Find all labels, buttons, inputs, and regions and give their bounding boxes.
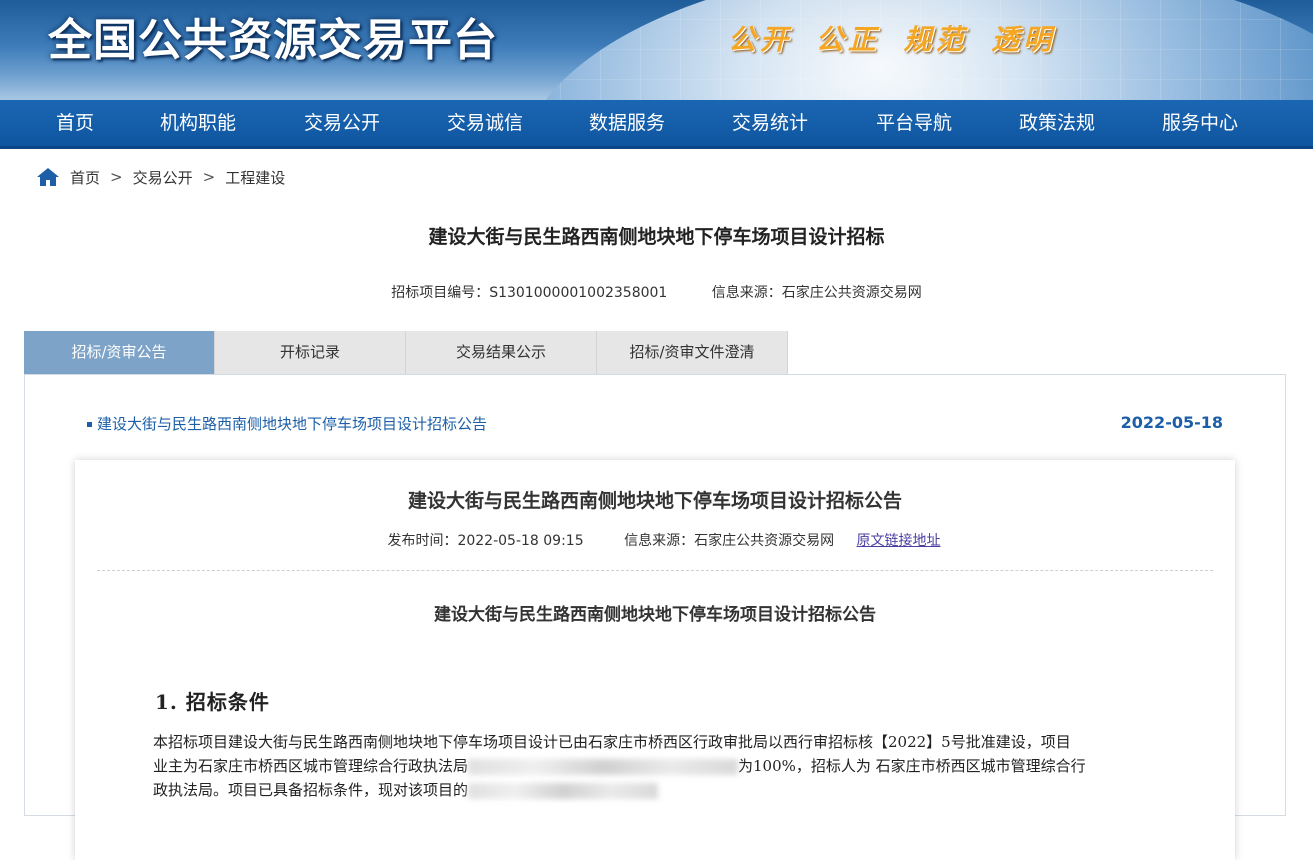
redacted-area — [468, 783, 659, 799]
nav-item-statistics[interactable]: 交易统计 — [705, 100, 835, 146]
bullet-icon — [87, 422, 92, 427]
notice-document: 建设大街与民生路西南侧地块地下停车场项目设计招标公告 发布时间：2022-05-… — [75, 460, 1235, 860]
document-meta: 发布时间：2022-05-18 09:15 信息来源：石家庄公共资源交易网 原文… — [75, 530, 1235, 550]
paragraph-text: 为100%，招标人为 石家庄市桥西区城市管理综合行 — [738, 757, 1086, 775]
site-title: 全国公共资源交易平台 — [48, 15, 498, 66]
paragraph-text: 业主为石家庄市桥西区城市管理综合行政执法局 — [153, 757, 469, 775]
tab-content-panel: 建设大街与民生路西南侧地块地下停车场项目设计招标公告 2022-05-18 建设… — [24, 374, 1286, 860]
nav-item-platform-nav[interactable]: 平台导航 — [849, 100, 979, 146]
section-heading: 1. 招标条件 — [155, 690, 270, 714]
nav-item-policy[interactable]: 政策法规 — [992, 100, 1122, 146]
breadcrumb-separator: > — [110, 168, 123, 186]
breadcrumb-home[interactable]: 首页 — [70, 167, 100, 188]
breadcrumb-transaction-public[interactable]: 交易公开 — [133, 167, 193, 188]
notice-title-link[interactable]: 建设大街与民生路西南侧地块地下停车场项目设计招标公告 — [87, 413, 487, 434]
breadcrumb-separator: > — [202, 168, 216, 186]
project-source-label: 信息来源： — [711, 285, 782, 301]
document-source-label: 信息来源： — [624, 533, 695, 549]
nav-item-org-functions[interactable]: 机构职能 — [133, 100, 263, 146]
breadcrumb: 首页 > 交易公开 > 工程建设 — [36, 164, 285, 190]
tab-bid-opening-record[interactable]: 开标记录 — [215, 331, 406, 374]
notice-title-text[interactable]: 建设大街与民生路西南侧地块地下停车场项目设计招标公告 — [97, 415, 487, 433]
tab-document-clarification[interactable]: 招标/资审文件澄清 — [597, 331, 788, 374]
redacted-area — [468, 759, 739, 775]
document-source-value: 石家庄公共资源交易网 — [694, 533, 835, 549]
nav-item-data-services[interactable]: 数据服务 — [562, 100, 692, 146]
site-banner: 全国公共资源交易平台 公开 公正 规范 透明 — [0, 0, 1313, 100]
tab-bidding-notice[interactable]: 招标/资审公告 — [24, 331, 215, 374]
document-title: 建设大街与民生路西南侧地块地下停车场项目设计招标公告 — [407, 490, 902, 512]
notice-tabs: 招标/资审公告 开标记录 交易结果公示 招标/资审文件澄清 — [24, 331, 788, 374]
publish-time-value: 2022-05-18 09:15 — [457, 533, 584, 549]
home-icon[interactable] — [36, 166, 60, 188]
section-paragraph: 本招标项目建设大街与民生路西南侧地块地下停车场项目设计已由石家庄市桥西区行政审批… — [153, 730, 1173, 802]
nav-item-service-center[interactable]: 服务中心 — [1135, 100, 1265, 146]
publish-time: 发布时间：2022-05-18 09:15 — [387, 533, 583, 549]
breadcrumb-engineering[interactable]: 工程建设 — [225, 167, 285, 188]
tab-result-publicity[interactable]: 交易结果公示 — [406, 331, 597, 374]
publish-time-label: 发布时间： — [387, 533, 458, 549]
paragraph-text: 政执法局。项目已具备招标条件，现对该项目的 — [153, 781, 469, 799]
notice-date: 2022-05-18 — [1120, 413, 1223, 432]
project-code: 招标项目编号：S1301000001002358001 — [391, 285, 667, 301]
nav-item-transaction-integrity[interactable]: 交易诚信 — [420, 100, 550, 146]
document-subtitle: 建设大街与民生路西南侧地块地下停车场项目设计招标公告 — [434, 605, 876, 625]
project-meta: 招标项目编号：S1301000001002358001 信息来源：石家庄公共资源… — [0, 282, 1313, 302]
paragraph-line: 本招标项目建设大街与民生路西南侧地块地下停车场项目设计已由石家庄市桥西区行政审批… — [153, 733, 1071, 751]
project-source-value: 石家庄公共资源交易网 — [781, 285, 922, 301]
nav-item-transaction-public[interactable]: 交易公开 — [277, 100, 407, 146]
project-source: 信息来源：石家庄公共资源交易网 — [712, 285, 922, 301]
paragraph-line: 政执法局。项目已具备招标条件，现对该项目的 — [153, 778, 1173, 802]
paragraph-line: 业主为石家庄市桥西区城市管理综合行政执法局 为100%，招标人为 石家庄市桥西区城… — [153, 754, 1173, 778]
project-code-value: S1301000001002358001 — [489, 285, 668, 301]
original-link[interactable]: 原文链接地址 — [857, 533, 941, 549]
document-source: 信息来源：石家庄公共资源交易网 — [624, 533, 834, 549]
project-title: 建设大街与民生路西南侧地块地下停车场项目设计招标 — [428, 226, 885, 248]
nav-item-home[interactable]: 首页 — [10, 100, 140, 146]
divider — [97, 570, 1213, 571]
site-motto: 公开 公正 规范 透明 — [728, 23, 1056, 56]
project-code-label: 招标项目编号： — [391, 285, 490, 301]
main-nav: 首页 机构职能 交易公开 交易诚信 数据服务 交易统计 平台导航 政策法规 服务… — [0, 100, 1313, 149]
